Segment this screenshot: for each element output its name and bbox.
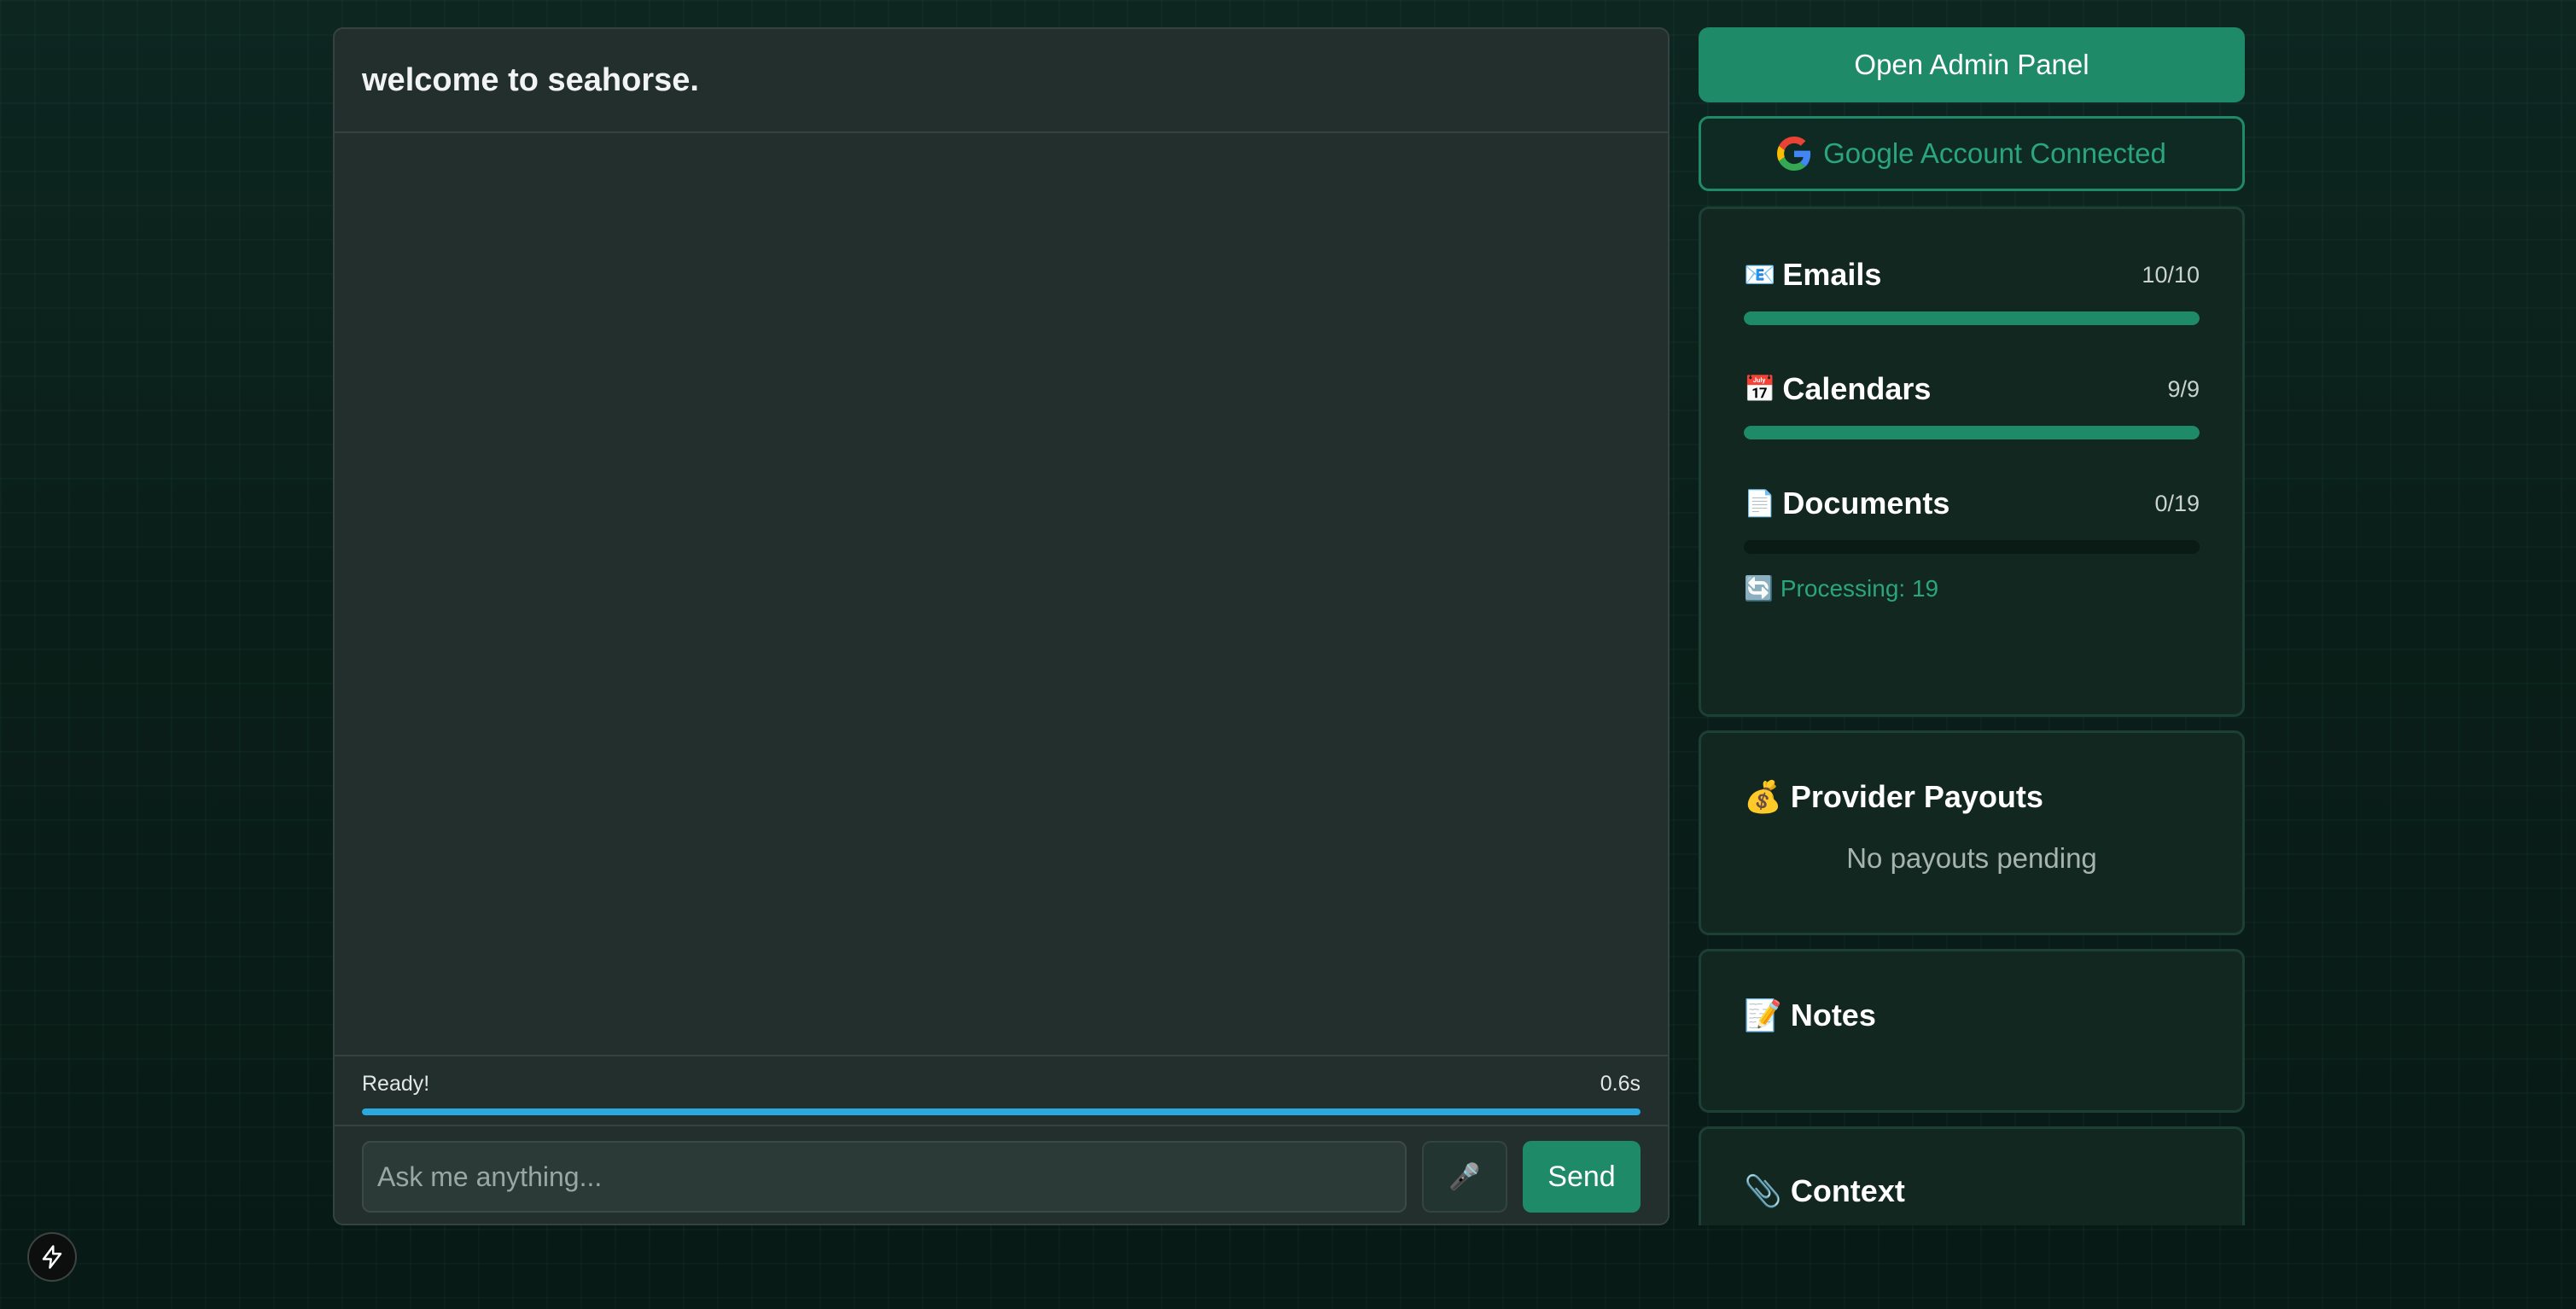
payouts-title: Provider Payouts: [1790, 779, 2043, 814]
context-title: Context: [1790, 1173, 1905, 1208]
lightning-icon: [42, 1245, 62, 1269]
sync-documents: 📄 Documents 0/19 🔄 Processing: 19: [1744, 486, 2200, 602]
send-button[interactable]: Send: [1523, 1141, 1641, 1213]
document-icon: 📄: [1744, 489, 1776, 518]
sync-documents-label: Documents: [1782, 486, 1950, 521]
sync-calendars-bar: [1744, 426, 2200, 439]
status-row: Ready! 0.6s: [362, 1072, 1641, 1097]
notes-title: Notes: [1790, 998, 1876, 1033]
sync-calendars-label: Calendars: [1782, 371, 1932, 406]
input-row: 🎤 Send: [362, 1126, 1641, 1224]
calendar-icon: 📅: [1744, 375, 1776, 404]
sync-calendars-count: 9/9: [2167, 375, 2200, 402]
sync-emails-bar: [1744, 311, 2200, 325]
status-text: Ready!: [362, 1072, 430, 1096]
money-bag-icon: 💰: [1744, 779, 1782, 814]
chat-title: welcome to seahorse.: [362, 61, 699, 98]
status-progress-bar: [362, 1108, 1641, 1115]
memo-icon: 📝: [1744, 998, 1782, 1033]
context-panel: 📎 Context: [1699, 1126, 2245, 1225]
payouts-empty-text: No payouts pending: [1846, 842, 2097, 874]
chat-panel: welcome to seahorse. Ready! 0.6s 🎤 Send: [333, 27, 1670, 1225]
sync-emails-count: 10/10: [2142, 261, 2200, 288]
refresh-icon: 🔄: [1744, 575, 1774, 602]
dev-tools-button[interactable]: [27, 1232, 77, 1282]
sync-calendars: 📅 Calendars 9/9: [1744, 371, 2200, 439]
chat-header: welcome to seahorse.: [335, 29, 1668, 133]
sync-emails-label: Emails: [1782, 257, 1882, 292]
chat-input[interactable]: [362, 1141, 1407, 1213]
open-admin-panel-button[interactable]: Open Admin Panel: [1699, 27, 2245, 102]
email-icon: 📧: [1744, 260, 1776, 289]
mic-button[interactable]: 🎤: [1422, 1141, 1507, 1213]
notes-panel: 📝 Notes: [1699, 949, 2245, 1113]
sync-status-panel: 📧 Emails 10/10 📅 Calendars 9/9 📄 Documen…: [1699, 207, 2245, 717]
status-time: 0.6s: [1600, 1072, 1641, 1096]
google-icon: [1777, 137, 1811, 171]
microphone-icon: 🎤: [1448, 1162, 1481, 1191]
sync-emails: 📧 Emails 10/10: [1744, 257, 2200, 325]
processing-text: Processing: 19: [1780, 574, 1939, 602]
google-account-button[interactable]: Google Account Connected: [1699, 116, 2245, 191]
provider-payouts-panel: 💰 Provider Payouts No payouts pending: [1699, 730, 2245, 935]
status-area: Ready! 0.6s: [335, 1055, 1668, 1126]
status-progress-fill: [362, 1108, 1641, 1115]
chat-messages[interactable]: [335, 133, 1668, 1055]
sync-calendars-fill: [1744, 426, 2200, 439]
sync-documents-count: 0/19: [2154, 490, 2200, 516]
sync-documents-bar: [1744, 540, 2200, 554]
paperclip-icon: 📎: [1744, 1173, 1782, 1208]
processing-status: 🔄 Processing: 19: [1744, 574, 2200, 602]
sync-emails-fill: [1744, 311, 2200, 325]
google-account-status: Google Account Connected: [1823, 137, 2166, 169]
